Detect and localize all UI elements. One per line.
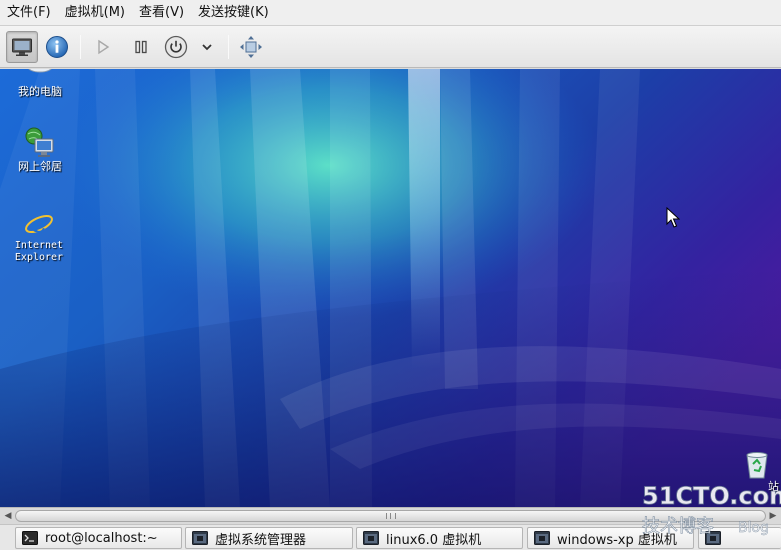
toolbar-separator [228,35,229,59]
desktop-icon-my-computer[interactable]: 我的电脑 [10,69,70,98]
taskbar-item-extra[interactable] [698,527,781,549]
desktop-icon-label: 网上邻居 [18,160,62,173]
toolbar [0,26,781,68]
taskbar-item-windows-xp-vm[interactable]: windows-xp 虚拟机 [527,527,694,549]
recycle-bin-icon [746,452,768,479]
host-taskbar: root@localhost:~ 虚拟系统管理器 linux6.0 虚拟机 wi… [0,524,781,550]
scroll-left-arrow-icon[interactable]: ◀ [1,509,15,523]
vm-window-icon [705,531,721,545]
pause-button[interactable] [125,31,157,63]
details-info-icon [46,36,68,58]
fullscreen-resize-icon [240,36,262,58]
mouse-cursor-icon [666,207,680,228]
taskbar-item-virt-manager[interactable]: 虚拟系统管理器 [185,527,353,549]
desktop-icon-network-places[interactable]: 网上邻居 [10,126,70,173]
ie-e-glyph: e [31,209,46,238]
virt-viewer-window: 文件(F) 虚拟机(M) 查看(V) 发送按键(K) 我的电脑 网上邻居 e I… [0,0,781,550]
chevron-down-icon [202,44,212,51]
horizontal-scrollbar[interactable]: ◀ ▶ [0,507,781,524]
fullscreen-button[interactable] [235,31,267,63]
taskbar-item-label: root@localhost:~ [45,530,158,546]
scrollbar-thumb[interactable] [15,510,766,522]
taskbar-item-label: 虚拟系统管理器 [215,532,307,548]
desktop-icon-label: 站 [768,480,779,493]
toolbar-separator [80,35,81,59]
shutdown-menu-button[interactable] [192,31,222,63]
menu-file[interactable]: 文件(F) [0,2,58,24]
my-computer-icon [28,69,52,73]
guest-display[interactable]: 我的电脑 网上邻居 e Internet Explorer 站 [0,69,781,507]
internet-explorer-icon: e [25,209,53,238]
taskbar-item-linux6-vm[interactable]: linux6.0 虚拟机 [356,527,523,549]
network-places-icon [25,127,54,157]
vm-window-icon [192,531,208,545]
vm-window-icon [363,531,379,545]
taskbar-item-label: linux6.0 虚拟机 [386,532,482,548]
terminal-icon [22,531,38,545]
scroll-right-arrow-icon[interactable]: ▶ [766,509,780,523]
menu-view[interactable]: 查看(V) [132,2,191,24]
desktop-icon-recycle-bin[interactable]: 站 [735,450,779,493]
taskbar-item-terminal[interactable]: root@localhost:~ [15,527,182,549]
taskbar-item-label: windows-xp 虚拟机 [557,532,677,548]
pause-icon [135,40,147,54]
desktop-icon-internet-explorer[interactable]: e Internet Explorer [9,208,69,264]
menu-virtual-machine[interactable]: 虚拟机(M) [58,2,132,24]
menu-bar: 文件(F) 虚拟机(M) 查看(V) 发送按键(K) [0,0,781,26]
console-icon [12,38,32,56]
details-button[interactable] [41,31,73,63]
power-icon [164,35,188,59]
menu-send-key[interactable]: 发送按键(K) [191,2,276,24]
desktop-wallpaper [0,69,781,507]
desktop-icon-label: 我的电脑 [18,85,62,98]
console-button[interactable] [6,31,38,63]
run-play-icon [98,39,110,55]
run-button[interactable] [87,31,119,63]
desktop-icon-label: Internet Explorer [14,240,64,263]
shutdown-button[interactable] [160,31,192,63]
scrollbar-grip-icon [386,513,396,519]
vm-window-icon [534,531,550,545]
